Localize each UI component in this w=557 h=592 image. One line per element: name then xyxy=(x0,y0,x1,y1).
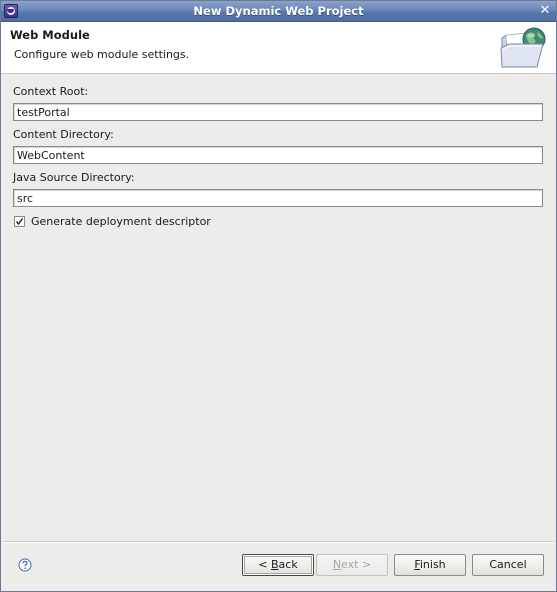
back-prefix: < xyxy=(258,558,271,571)
finish-button[interactable]: Finish xyxy=(394,554,466,576)
checkmark-icon xyxy=(15,218,24,226)
folder-globe-icon xyxy=(500,27,546,68)
next-mnemonic: N xyxy=(332,558,342,571)
content-directory-label: Content Directory: xyxy=(13,128,114,141)
cancel-button[interactable]: Cancel xyxy=(472,554,544,576)
title-bar[interactable]: New Dynamic Web Project ✕ xyxy=(1,1,556,22)
java-source-directory-input[interactable] xyxy=(13,189,543,207)
back-rest: ack xyxy=(278,558,298,571)
page-description: Configure web module settings. xyxy=(14,48,190,61)
context-root-input[interactable] xyxy=(13,103,543,121)
window-title: New Dynamic Web Project xyxy=(193,4,364,18)
dialog-window: New Dynamic Web Project ✕ Web Module Con… xyxy=(0,0,557,592)
close-icon[interactable]: ✕ xyxy=(537,3,553,19)
back-button[interactable]: < Back xyxy=(242,554,314,576)
button-bar-separator xyxy=(3,541,554,543)
generate-descriptor-checkbox[interactable] xyxy=(14,216,25,227)
context-root-label: Context Root: xyxy=(13,85,89,98)
java-source-directory-label: Java Source Directory: xyxy=(13,171,135,184)
finish-rest: inish xyxy=(419,558,446,571)
page-title: Web Module xyxy=(10,28,90,42)
next-button[interactable]: Next > xyxy=(316,554,388,576)
next-rest: ext > xyxy=(341,558,372,571)
help-icon[interactable] xyxy=(18,558,32,572)
generate-descriptor-label[interactable]: Generate deployment descriptor xyxy=(31,215,211,228)
wizard-banner: Web Module Configure web module settings… xyxy=(1,22,556,74)
back-mnemonic: B xyxy=(271,558,279,571)
content-directory-input[interactable] xyxy=(13,146,543,164)
